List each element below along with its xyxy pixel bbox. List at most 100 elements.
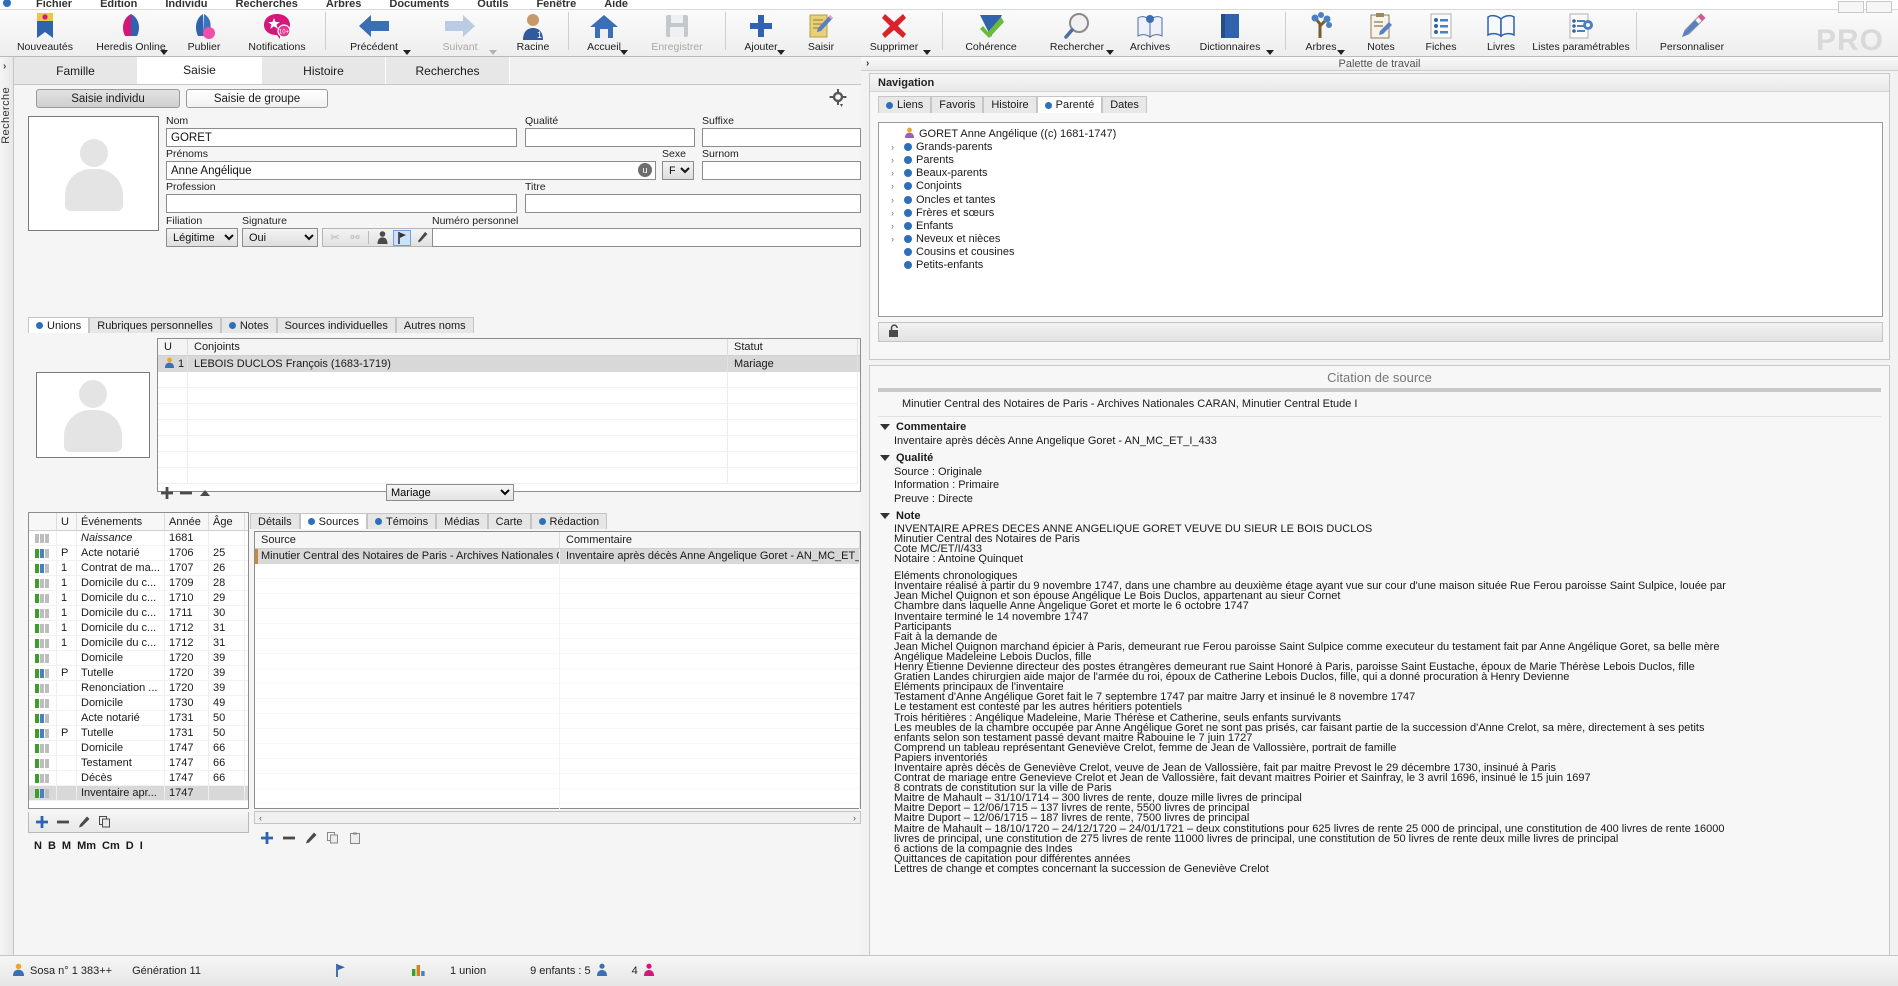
prenoms-input[interactable]: [166, 161, 656, 180]
unions-col-u[interactable]: U: [158, 338, 188, 356]
toolbar-enregistrer[interactable]: Enregistrer: [634, 10, 720, 57]
table-row[interactable]: 1 Domicile du c... 1712 31: [29, 621, 248, 636]
flag-icon[interactable]: [335, 963, 347, 980]
toolbar-dictionnaires[interactable]: Dictionnaires: [1180, 10, 1280, 57]
dtab-medias[interactable]: Médias: [436, 513, 488, 529]
remove-event-icon[interactable]: [53, 814, 72, 831]
chevron-down-icon[interactable]: [923, 50, 931, 55]
unlink-icon[interactable]: ⚯: [346, 230, 364, 246]
table-row[interactable]: Testament 1747 66: [29, 756, 248, 771]
sources-col-source[interactable]: Source: [255, 532, 560, 548]
navtab-favoris[interactable]: Favoris: [931, 96, 984, 113]
table-row[interactable]: Décès 1747 66: [29, 771, 248, 786]
add-union-icon[interactable]: [157, 485, 176, 502]
surnom-input[interactable]: [702, 161, 861, 180]
expand-chevron-icon[interactable]: ›: [3, 61, 6, 72]
scissors-icon[interactable]: ✂: [326, 230, 344, 246]
menu-item-edition[interactable]: Édition: [86, 0, 151, 9]
table-row[interactable]: P Tutelle 1731 50: [29, 726, 248, 741]
navtab-histoire[interactable]: Histoire: [983, 96, 1037, 113]
menu-item-outils[interactable]: Outils: [463, 0, 522, 9]
toolbar-saisir[interactable]: Saisir: [791, 10, 851, 57]
edit-event-pencil-icon[interactable]: [74, 814, 93, 831]
chevron-down-icon[interactable]: [1266, 50, 1274, 55]
format-cm[interactable]: Cm: [102, 840, 120, 852]
toolbar-notifications[interactable]: 10+ Notifications: [234, 10, 320, 57]
unknown-marker-icon[interactable]: u: [638, 163, 652, 177]
individual-photo-placeholder[interactable]: [28, 116, 159, 231]
unions-col-statut[interactable]: Statut: [728, 338, 858, 356]
expand-chevron-icon[interactable]: ›: [891, 208, 900, 218]
expand-chevron-icon[interactable]: ›: [891, 221, 900, 231]
dtab-carte[interactable]: Carte: [487, 513, 531, 529]
settings-gear-icon[interactable]: [829, 89, 847, 107]
format-b[interactable]: B: [48, 840, 56, 852]
chart-segment[interactable]: [399, 956, 438, 986]
tree-root-node[interactable]: GORET Anne Angélique ((c) 1681-1747): [879, 127, 1882, 140]
toolbar-listes-parametrables[interactable]: Listes paramétrables: [1531, 10, 1631, 57]
format-mm[interactable]: Mm: [77, 840, 96, 852]
menu-item-recherches[interactable]: Recherches: [222, 0, 312, 9]
table-row[interactable]: Domicile 1730 49: [29, 696, 248, 711]
signature-select[interactable]: Oui: [242, 228, 318, 247]
table-row[interactable]: 1 Domicile du c... 1711 30: [29, 606, 248, 621]
table-row[interactable]: Domicile 1747 66: [29, 741, 248, 756]
chevron-down-icon[interactable]: [1106, 50, 1114, 55]
menu-item-arbres[interactable]: Arbres: [312, 0, 375, 9]
subtab-rubriques-personnelles[interactable]: Rubriques personnelles: [89, 317, 221, 333]
menu-item-documents[interactable]: Documents: [375, 0, 463, 9]
subtab-sources-individuelles[interactable]: Sources individuelles: [276, 317, 396, 333]
qualite-input[interactable]: [525, 128, 695, 147]
toolbar-nouveautes[interactable]: Nouveautés: [2, 10, 88, 57]
flag-icon[interactable]: [393, 229, 411, 246]
left-side-strip[interactable]: › Recherche: [0, 57, 14, 986]
nom-input[interactable]: [166, 128, 517, 147]
table-row[interactable]: Minutier Central des Notaires de Paris -…: [255, 549, 860, 564]
union-photo-placeholder[interactable]: [36, 372, 150, 458]
tab-recherches[interactable]: Recherches: [386, 57, 510, 84]
add-event-icon[interactable]: [32, 814, 51, 831]
events-col-age[interactable]: Âge: [209, 513, 245, 530]
expand-chevron-icon[interactable]: ›: [891, 181, 900, 191]
edit-source-pencil-icon[interactable]: [301, 830, 320, 847]
tree-node[interactable]: › Beaux-parents: [879, 167, 1882, 180]
dtab-redaction[interactable]: Rédaction: [530, 513, 608, 529]
collapse-chevron-icon[interactable]: ›: [866, 58, 869, 69]
toolbar-publier[interactable]: Publier: [174, 10, 234, 57]
chevron-down-icon[interactable]: [1337, 50, 1345, 55]
chevron-down-icon[interactable]: [160, 50, 168, 55]
tab-famille[interactable]: Famille: [14, 57, 138, 84]
menu-item-aide[interactable]: Aide: [590, 0, 642, 9]
move-up-icon[interactable]: [195, 485, 214, 502]
toolbar-racine[interactable]: 1 Racine: [503, 10, 563, 57]
format-n[interactable]: N: [34, 840, 42, 852]
chevron-down-icon[interactable]: [620, 50, 628, 55]
tab-saisie[interactable]: Saisie: [138, 57, 262, 84]
qualite-section-header[interactable]: Qualité: [870, 448, 1889, 466]
navtab-liens[interactable]: Liens: [878, 96, 932, 113]
copy-source-icon[interactable]: [323, 830, 342, 847]
tree-node[interactable]: › Frères et sœurs: [879, 206, 1882, 219]
subtab-unions[interactable]: Unions: [28, 317, 90, 333]
subtab-notes[interactable]: Notes: [220, 317, 277, 333]
numero-personnel-input[interactable]: [432, 228, 861, 247]
table-row[interactable]: Renonciation ... 1720 39: [29, 681, 248, 696]
tree-node[interactable]: › Grands-parents: [879, 140, 1882, 153]
format-i[interactable]: I: [140, 840, 143, 852]
navtab-dates[interactable]: Dates: [1102, 96, 1147, 113]
sexe-select[interactable]: F: [662, 161, 694, 180]
titre-input[interactable]: [525, 194, 861, 213]
dtab-details[interactable]: Détails: [250, 513, 300, 529]
toolbar-fiches[interactable]: Fiches: [1411, 10, 1471, 57]
expand-chevron-icon[interactable]: ›: [891, 234, 900, 244]
tree-node[interactable]: › Conjoints: [879, 180, 1882, 193]
toolbar-accueil[interactable]: Accueil: [574, 10, 634, 57]
duplicate-event-icon[interactable]: [95, 814, 114, 831]
unlock-icon[interactable]: [887, 323, 901, 341]
flag-segment[interactable]: [323, 956, 359, 986]
commentaire-section-header[interactable]: Commentaire: [870, 417, 1889, 435]
toolbar-heredis-online[interactable]: Heredis Online: [88, 10, 174, 57]
toolbar-notes[interactable]: Notes: [1351, 10, 1411, 57]
table-row[interactable]: 1 Domicile du c... 1710 29: [29, 591, 248, 606]
suffixe-input[interactable]: [702, 128, 861, 147]
